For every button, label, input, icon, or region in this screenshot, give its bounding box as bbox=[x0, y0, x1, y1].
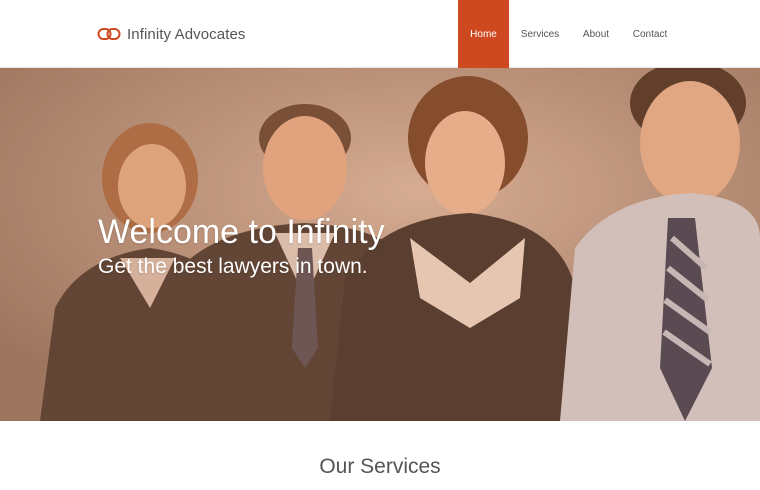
nav-home[interactable]: Home bbox=[458, 0, 509, 68]
hero-title: Welcome to Infinity bbox=[98, 213, 385, 251]
hero-banner: Welcome to Infinity Get the best lawyers… bbox=[0, 68, 760, 421]
hero-subtitle: Get the best lawyers in town. bbox=[98, 255, 368, 278]
brand-link[interactable]: Infinity Advocates bbox=[97, 22, 246, 46]
services-section: Our Services bbox=[0, 421, 760, 490]
nav-services[interactable]: Services bbox=[509, 0, 571, 68]
nav-about[interactable]: About bbox=[571, 0, 621, 68]
infinity-rings-icon bbox=[97, 28, 121, 40]
nav-contact[interactable]: Contact bbox=[621, 0, 679, 68]
top-navbar: Infinity Advocates Home Services About C… bbox=[0, 0, 760, 68]
brand-name: Infinity Advocates bbox=[127, 25, 246, 43]
main-nav: Home Services About Contact bbox=[458, 0, 679, 68]
services-heading: Our Services bbox=[319, 455, 441, 478]
